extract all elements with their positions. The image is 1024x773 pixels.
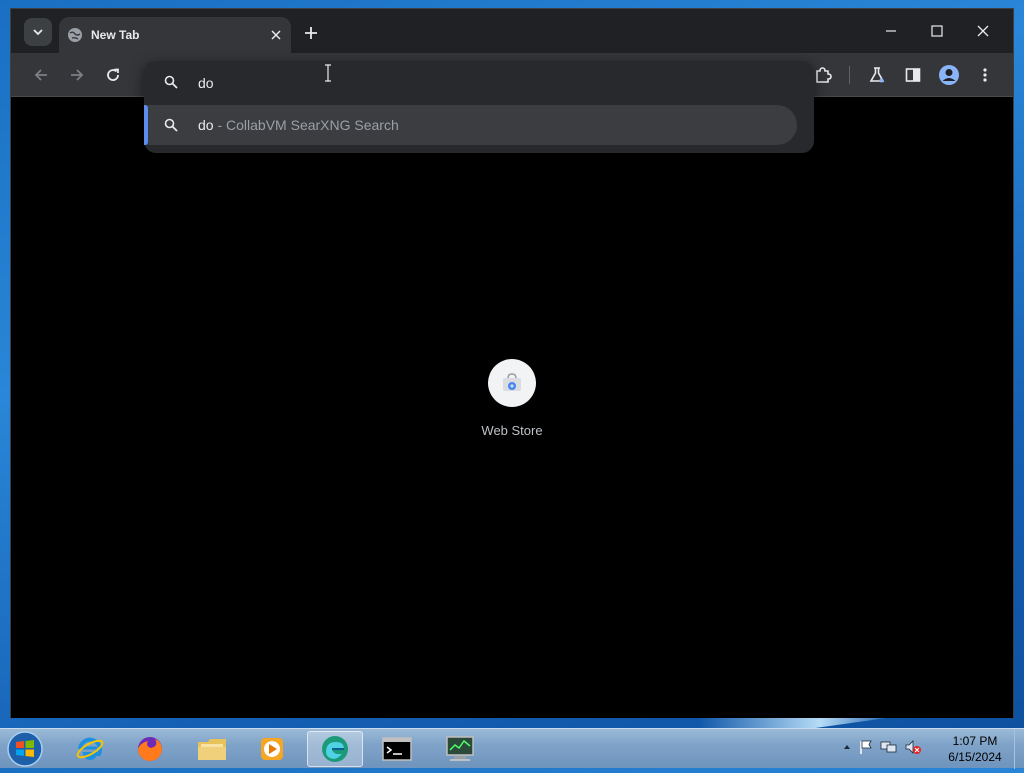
taskbar-internet-explorer[interactable] — [62, 731, 118, 767]
forward-button[interactable] — [63, 61, 91, 89]
labs-button[interactable] — [863, 61, 891, 89]
address-bar-input[interactable] — [198, 72, 758, 94]
kebab-menu-icon — [983, 68, 987, 82]
folder-icon — [198, 739, 226, 760]
tab-close-button[interactable] — [267, 26, 285, 44]
taskbar-file-explorer[interactable] — [184, 731, 240, 767]
internet-explorer-icon — [76, 737, 104, 761]
omnibox-input-row — [144, 61, 814, 105]
clock-time: 1:07 PM — [952, 734, 998, 748]
arrow-right-icon — [71, 69, 84, 81]
volume-muted-icon[interactable] — [904, 739, 922, 755]
plus-icon — [305, 27, 317, 39]
profile-button[interactable] — [935, 61, 963, 89]
puzzle-icon — [816, 67, 832, 83]
firefox-icon — [138, 737, 162, 761]
maximize-icon — [931, 25, 943, 37]
side-panel-button[interactable] — [899, 61, 927, 89]
close-icon — [977, 25, 989, 37]
maximize-button[interactable] — [915, 15, 959, 47]
network-icon[interactable] — [880, 739, 898, 755]
search-icon — [164, 118, 178, 132]
arrow-left-icon — [34, 69, 47, 81]
browser-window: New Tab Web Store do do - CollabVM SearX… — [10, 8, 1014, 718]
shortcut-label: Web Store — [481, 423, 543, 438]
minimize-button[interactable] — [869, 15, 913, 47]
close-window-button[interactable] — [961, 15, 1005, 47]
selected-indicator — [144, 105, 148, 145]
omnibox-suggestion[interactable]: do - CollabVM SearXNG Search — [144, 105, 797, 145]
back-button[interactable] — [27, 61, 55, 89]
taskbar-clock[interactable]: 1:07 PM 6/15/2024 — [940, 733, 1010, 765]
close-icon — [271, 30, 281, 40]
search-icon — [164, 75, 178, 89]
new-tab-page: Web Store — [11, 97, 1013, 718]
web-store-icon — [503, 373, 521, 391]
media-player-icon — [261, 738, 283, 760]
show-hidden-icons-icon[interactable] — [842, 742, 852, 752]
side-panel-icon — [905, 68, 921, 82]
tab-strip: New Tab — [11, 9, 1013, 53]
command-prompt-icon — [382, 737, 412, 761]
toolbar-divider — [849, 66, 850, 84]
suggestion-description: - CollabVM SearXNG Search — [217, 117, 399, 133]
system-tray — [842, 739, 922, 755]
omnibox-dropdown: do - CollabVM SearXNG Search — [144, 61, 814, 153]
clock-date: 6/15/2024 — [948, 750, 1002, 764]
minimize-icon — [886, 30, 896, 32]
taskbar-task-manager[interactable] — [432, 731, 488, 767]
text-cursor-icon — [325, 64, 331, 82]
show-desktop-button[interactable] — [1014, 729, 1024, 769]
task-manager-icon — [446, 736, 474, 761]
taskbar-firefox[interactable] — [122, 731, 178, 767]
browser-menu-button[interactable] — [971, 61, 999, 89]
taskbar-media-player[interactable] — [244, 731, 300, 767]
reload-icon — [107, 68, 119, 81]
avatar-icon — [939, 65, 959, 85]
globe-icon — [68, 28, 82, 42]
edge-icon — [322, 736, 348, 762]
suggestion-text: do - CollabVM SearXNG Search — [198, 117, 399, 133]
taskbar-edge[interactable] — [307, 731, 363, 767]
taskbar: 1:07 PM 6/15/2024 — [0, 728, 1024, 769]
reload-button[interactable] — [99, 61, 127, 89]
start-button[interactable] — [6, 730, 44, 768]
suggestion-query: do — [198, 117, 214, 133]
action-center-flag-icon[interactable] — [858, 739, 874, 755]
tab-search-button[interactable] — [24, 18, 52, 46]
tab-title: New Tab — [91, 28, 140, 42]
new-tab-button[interactable] — [299, 21, 323, 45]
windows-logo-icon — [7, 731, 43, 767]
chevron-down-icon — [33, 29, 43, 36]
shortcut-web-store[interactable]: Web Store — [469, 359, 555, 438]
taskbar-command-prompt[interactable] — [369, 731, 425, 767]
shortcut-tile — [488, 359, 536, 407]
flask-icon — [869, 67, 885, 83]
tab-new-tab[interactable]: New Tab — [59, 17, 291, 53]
